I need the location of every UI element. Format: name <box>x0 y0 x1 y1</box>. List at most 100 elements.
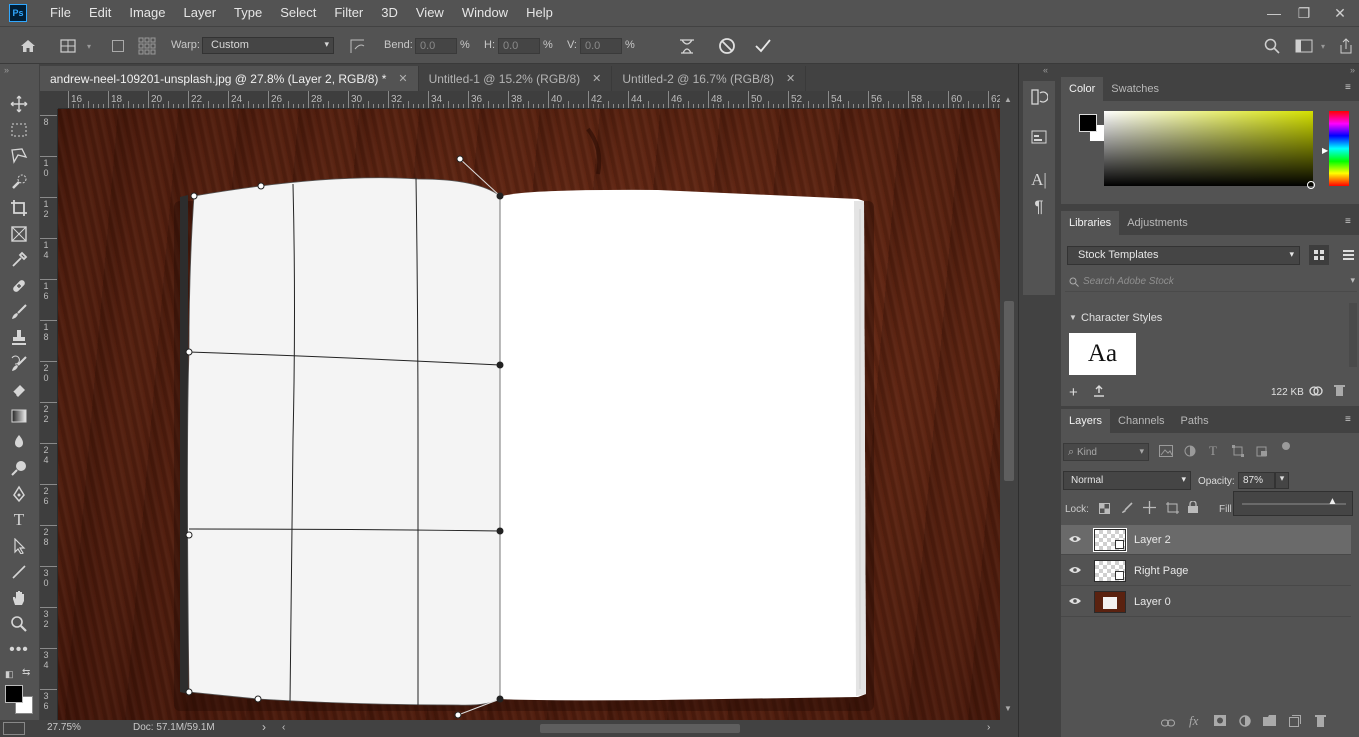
clone-stamp-tool-icon[interactable] <box>8 327 30 349</box>
scroll-up-icon[interactable]: ▲ <box>1004 95 1012 104</box>
restore-button[interactable]: ❐ <box>1287 0 1321 26</box>
list-view-icon[interactable] <box>1338 245 1358 265</box>
libraries-scrollbar[interactable] <box>1349 303 1357 367</box>
filter-adjustment-icon[interactable] <box>1184 445 1196 460</box>
warp-select[interactable]: Custom ▾ <box>202 37 334 54</box>
menu-window[interactable]: Window <box>453 0 517 26</box>
scroll-left-icon[interactable]: ‹ <box>282 722 285 733</box>
character-panel-icon[interactable]: A| <box>1028 169 1050 191</box>
layer-filter-select[interactable]: ⌕ Kind ▾ <box>1063 443 1149 461</box>
trash-icon[interactable] <box>1334 384 1345 399</box>
filter-smart-object-icon[interactable] <box>1256 445 1268 460</box>
menu-layer[interactable]: Layer <box>175 0 226 26</box>
panel-menu-icon[interactable]: ≡ <box>1345 83 1355 93</box>
visibility-eye-icon[interactable] <box>1068 596 1082 608</box>
tab-swatches[interactable]: Swatches <box>1103 77 1167 101</box>
tab-untitled-2[interactable]: Untitled-2 @ 16.7% (RGB/8) ✕ <box>612 66 807 91</box>
close-window-button[interactable]: ✕ <box>1323 0 1357 26</box>
edit-toolbar-icon[interactable]: ••• <box>8 639 30 661</box>
vertical-ruler[interactable]: 8 10 12 14 16 18 20 22 24 26 28 30 32 34 36 <box>40 109 58 720</box>
menu-3d[interactable]: 3D <box>372 0 407 26</box>
warp-orientation-icon[interactable] <box>347 36 369 56</box>
menu-image[interactable]: Image <box>120 0 174 26</box>
swap-colors-icon[interactable]: ⇆ <box>22 667 30 678</box>
crop-tool-icon[interactable] <box>8 197 30 219</box>
foreground-color-chip[interactable] <box>1079 114 1097 132</box>
history-panel-icon[interactable] <box>1028 86 1050 108</box>
share-icon[interactable] <box>1336 36 1356 56</box>
ruler-origin[interactable] <box>40 91 58 109</box>
menu-type[interactable]: Type <box>225 0 271 26</box>
delete-layer-icon[interactable] <box>1315 714 1326 730</box>
opacity-slider-handle[interactable]: ▲ <box>1327 496 1337 507</box>
tab-channels[interactable]: Channels <box>1110 409 1172 433</box>
visibility-eye-icon[interactable] <box>1068 565 1082 577</box>
menu-edit[interactable]: Edit <box>80 0 120 26</box>
tab-paths[interactable]: Paths <box>1173 409 1217 433</box>
brush-tool-icon[interactable] <box>8 301 30 323</box>
scroll-right-icon[interactable]: › <box>987 722 990 733</box>
tab-andrew-neel[interactable]: andrew-neel-109201-unsplash.jpg @ 27.8% … <box>40 66 419 91</box>
path-selection-tool-icon[interactable] <box>8 535 30 557</box>
library-select[interactable]: Stock Templates ▾ <box>1067 246 1300 265</box>
reference-point-grid-icon[interactable] <box>137 36 157 56</box>
lock-all-icon[interactable] <box>1188 500 1198 516</box>
character-style-thumbnail[interactable]: Aa <box>1069 333 1136 375</box>
tab-untitled-1[interactable]: Untitled-1 @ 15.2% (RGB/8) ✕ <box>418 66 613 91</box>
layer-row-layer-0[interactable]: Layer 0 <box>1061 587 1351 617</box>
visibility-eye-icon[interactable] <box>1068 534 1082 546</box>
warp-tool-icon[interactable] <box>58 37 80 55</box>
layer-name[interactable]: Right Page <box>1134 565 1188 577</box>
healing-brush-tool-icon[interactable] <box>8 275 30 297</box>
commit-transform-icon[interactable] <box>752 35 774 57</box>
workspace-chevron-icon[interactable]: ▾ <box>1318 39 1328 53</box>
history-brush-tool-icon[interactable] <box>8 353 30 375</box>
type-tool-icon[interactable]: T <box>8 509 30 531</box>
upload-icon[interactable] <box>1093 385 1105 400</box>
color-spectrum-field[interactable] <box>1104 111 1315 189</box>
pen-tool-icon[interactable] <box>8 483 30 505</box>
zoom-tool-icon[interactable] <box>8 613 30 635</box>
frame-tool-icon[interactable] <box>8 223 30 245</box>
eyedropper-tool-icon[interactable] <box>8 249 30 271</box>
grid-view-icon[interactable] <box>1309 245 1329 265</box>
tool-preset-chevron-icon[interactable]: ▾ <box>84 39 94 53</box>
tab-adjustments[interactable]: Adjustments <box>1119 211 1196 235</box>
quick-selection-tool-icon[interactable] <box>8 171 30 193</box>
tab-layers[interactable]: Layers <box>1061 409 1111 433</box>
layer-row-layer-2[interactable]: Layer 2 <box>1061 525 1351 555</box>
filter-type-icon[interactable]: T <box>1209 443 1217 459</box>
cancel-transform-icon[interactable] <box>716 35 738 57</box>
collapse-strip-icon[interactable]: « <box>1043 65 1048 75</box>
foreground-color-swatch[interactable] <box>5 685 23 703</box>
opacity-chevron-icon[interactable]: ▾ <box>1275 472 1289 489</box>
hue-slider[interactable] <box>1329 111 1349 186</box>
v-input[interactable]: 0.0 <box>580 38 622 54</box>
marquee-tool-icon[interactable] <box>8 119 30 141</box>
menu-filter[interactable]: Filter <box>325 0 372 26</box>
character-styles-heading[interactable]: Character Styles <box>1081 312 1162 324</box>
reference-point-checkbox[interactable] <box>111 39 125 53</box>
warp-mode-icon[interactable] <box>676 35 698 57</box>
layer-name[interactable]: Layer 0 <box>1134 596 1171 608</box>
new-layer-icon[interactable] <box>1289 715 1301 730</box>
scroll-down-icon[interactable]: ▼ <box>1004 704 1012 713</box>
minimize-button[interactable]: — <box>1257 0 1291 26</box>
new-adjustment-icon[interactable] <box>1239 715 1251 730</box>
eraser-tool-icon[interactable] <box>8 379 30 401</box>
document-canvas[interactable] <box>58 109 1000 720</box>
hue-slider-handle-icon[interactable]: ▶ <box>1322 146 1328 155</box>
collapse-dock-icon[interactable]: » <box>1350 65 1355 75</box>
filter-shape-icon[interactable] <box>1232 445 1244 460</box>
line-tool-icon[interactable] <box>8 561 30 583</box>
opacity-input[interactable]: 87% <box>1238 472 1275 489</box>
panel-menu-icon[interactable]: ≡ <box>1345 217 1355 227</box>
tab-color[interactable]: Color <box>1061 77 1104 101</box>
horizontal-scroll-thumb[interactable] <box>540 724 740 733</box>
tab-libraries[interactable]: Libraries <box>1061 211 1120 235</box>
move-tool-icon[interactable] <box>8 93 30 115</box>
filter-toggle-icon[interactable] <box>1282 442 1290 450</box>
workspace-icon[interactable] <box>1293 36 1315 56</box>
add-mask-icon[interactable] <box>1214 715 1226 729</box>
menu-select[interactable]: Select <box>271 0 325 26</box>
